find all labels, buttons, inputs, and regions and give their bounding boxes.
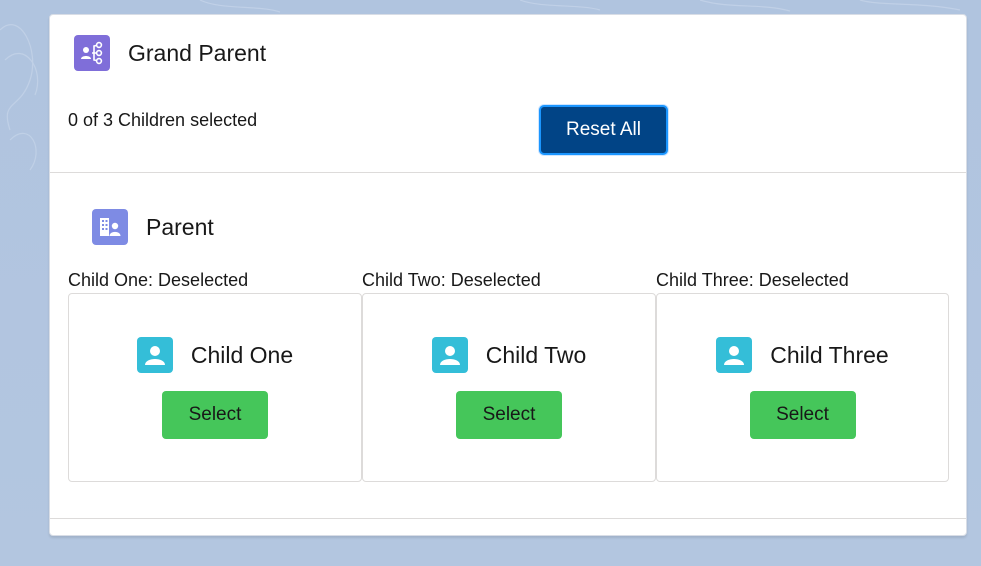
- bottom-divider: [50, 518, 966, 519]
- child-one-name: Child One: [190, 341, 294, 368]
- hierarchy-icon: [74, 35, 110, 71]
- child-three-name: Child Three: [770, 341, 889, 368]
- user-icon: [431, 337, 468, 373]
- section-divider: [50, 172, 966, 173]
- child-one-tile: Child One Select: [68, 293, 362, 482]
- child-three-header: Child Three: [657, 337, 948, 373]
- grand-parent-header: Grand Parent: [74, 35, 266, 71]
- child-one-select-button[interactable]: Select: [162, 391, 268, 439]
- child-two-tile: Child Two Select: [362, 293, 656, 482]
- user-icon: [136, 337, 173, 373]
- child-two-name: Child Two: [485, 341, 587, 368]
- child-one-status: Child One: Deselected: [68, 270, 249, 290]
- child-two-select-button[interactable]: Select: [456, 391, 562, 439]
- child-three-status: Child Three: Deselected: [656, 270, 849, 290]
- building-contact-icon: [92, 209, 128, 245]
- child-three-tile: Child Three Select: [656, 293, 949, 482]
- reset-all-button[interactable]: Reset All: [539, 105, 668, 155]
- selected-count-text: 0 of 3 Children selected: [68, 110, 258, 130]
- grand-parent-title: Grand Parent: [128, 39, 267, 66]
- child-one-header: Child One: [69, 337, 361, 373]
- child-three-select-button[interactable]: Select: [749, 391, 856, 439]
- parent-title: Parent: [146, 213, 214, 240]
- child-column-three: Child Three: Deselected Child Three Sele…: [656, 267, 949, 482]
- grand-parent-card: Grand Parent 0 of 3 Children selected Re…: [49, 14, 967, 536]
- user-icon: [716, 337, 753, 373]
- child-column-two: Child Two: Deselected Child Two Select: [362, 267, 656, 482]
- child-two-status: Child Two: Deselected: [362, 270, 541, 290]
- child-column-one: Child One: Deselected Child One Select: [68, 267, 362, 482]
- child-two-header: Child Two: [363, 337, 655, 373]
- parent-header: Parent: [92, 209, 214, 245]
